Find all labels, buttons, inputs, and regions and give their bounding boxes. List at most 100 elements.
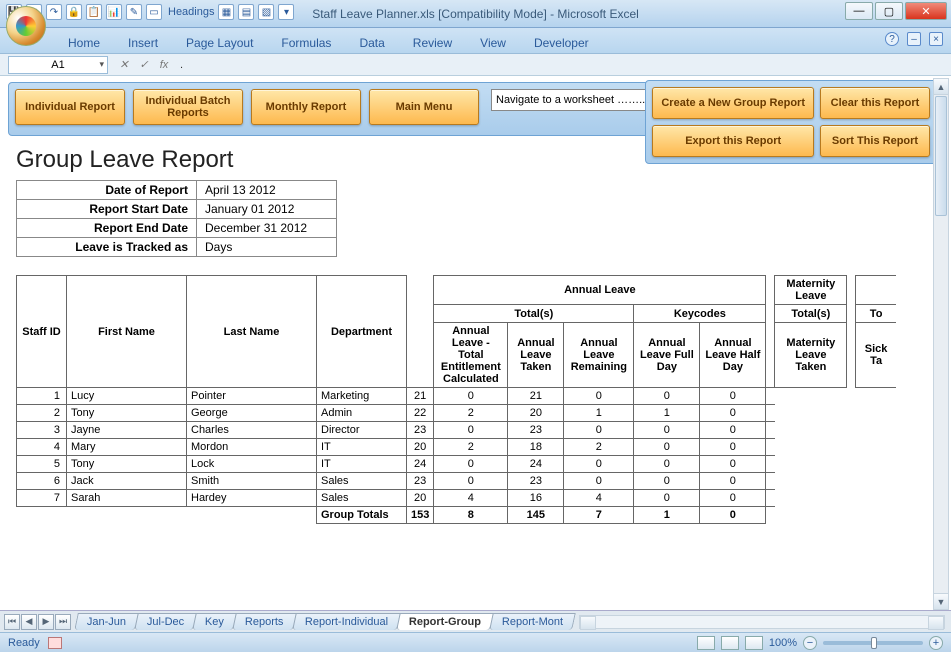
tab-first-icon[interactable]: ⏮: [4, 614, 20, 630]
cell-taken: 0: [434, 422, 508, 439]
cell-dept: Sales: [317, 490, 407, 507]
cell-mat: 0: [700, 388, 766, 405]
cell-dept: IT: [317, 439, 407, 456]
sheet-tab-report-group[interactable]: Report-Group: [396, 613, 494, 630]
cell-ent: 21: [407, 388, 434, 405]
ribbon-help-area: ? – ×: [885, 32, 943, 46]
zoom-in-button[interactable]: +: [929, 636, 943, 650]
sheet-tab-key[interactable]: Key: [193, 613, 238, 630]
total-mat: 0: [700, 507, 766, 524]
meta-label: Leave is Tracked as: [17, 238, 197, 257]
col-first-name: First Name: [67, 276, 187, 388]
cell-first: Sarah: [67, 490, 187, 507]
ribbon-close-icon[interactable]: ×: [929, 32, 943, 46]
ribbon-tab-data[interactable]: Data: [345, 32, 398, 54]
zoom-slider[interactable]: [823, 641, 923, 645]
scroll-thumb[interactable]: [935, 96, 947, 216]
view-normal-icon[interactable]: [697, 636, 715, 650]
cell-rem: 24: [508, 456, 564, 473]
ribbon-tab-formulas[interactable]: Formulas: [267, 32, 345, 54]
meta-value: December 31 2012: [197, 219, 337, 238]
scroll-down-icon[interactable]: ▼: [934, 593, 948, 609]
horizontal-scrollbar[interactable]: [579, 615, 945, 629]
meta-label: Date of Report: [17, 181, 197, 200]
cell-half: 0: [634, 473, 700, 490]
cell-rem: 23: [508, 422, 564, 439]
formula-input[interactable]: .: [180, 59, 183, 71]
col-staff-id: Staff ID: [17, 276, 67, 388]
cell-dept: Sales: [317, 473, 407, 490]
col-last-name: Last Name: [187, 276, 317, 388]
cell-half: 0: [634, 422, 700, 439]
enter-formula-icon[interactable]: ✓: [136, 57, 152, 73]
scroll-up-icon[interactable]: ▲: [934, 79, 948, 95]
macro-record-icon[interactable]: [48, 637, 62, 649]
cell-taken: 4: [434, 490, 508, 507]
col-mat-taken: Maternity Leave Taken: [775, 323, 847, 388]
cell-rem: 18: [508, 439, 564, 456]
table-row: Staff ID First Name Last Name Department…: [17, 276, 896, 305]
gap: [847, 276, 856, 388]
cell-half: 0: [634, 439, 700, 456]
leave-data-table: Staff ID First Name Last Name Department…: [16, 275, 896, 524]
formula-bar: A1 ✕ ✓ fx .: [0, 54, 951, 76]
zoom-out-button[interactable]: −: [803, 636, 817, 650]
sheet-tab-reports[interactable]: Reports: [233, 613, 297, 630]
group-totals-label: Group Totals: [317, 507, 407, 524]
ribbon-tab-home[interactable]: Home: [54, 32, 114, 54]
zoom-knob[interactable]: [871, 637, 877, 649]
name-box[interactable]: A1: [8, 56, 108, 74]
cell-first: Tony: [67, 456, 187, 473]
status-bar: Ready 100% − +: [0, 632, 951, 652]
col-mat-totals: Total(s): [775, 305, 847, 323]
help-icon[interactable]: ?: [885, 32, 899, 46]
table-row: Report Start DateJanuary 01 2012: [17, 200, 337, 219]
cell-id: 2: [17, 405, 67, 422]
close-button[interactable]: ✕: [905, 2, 947, 20]
cell-id: 1: [17, 388, 67, 405]
cell-first: Mary: [67, 439, 187, 456]
ribbon-tab-view[interactable]: View: [466, 32, 520, 54]
table-row: Date of ReportApril 13 2012: [17, 181, 337, 200]
cell-first: Lucy: [67, 388, 187, 405]
ribbon-tab-developer[interactable]: Developer: [520, 32, 603, 54]
minimize-button[interactable]: —: [845, 2, 873, 20]
col-al-half: Annual Leave Half Day: [700, 323, 766, 388]
table-row: 5TonyLockIT24024000: [17, 456, 896, 473]
cell-rem: 16: [508, 490, 564, 507]
sheet-tab-report-individual[interactable]: Report-Individual: [292, 613, 401, 630]
office-button[interactable]: [6, 6, 46, 46]
view-pagebreak-icon[interactable]: [745, 636, 763, 650]
sheet-tab-jul-dec[interactable]: Jul-Dec: [134, 613, 197, 630]
ribbon-tab-insert[interactable]: Insert: [114, 32, 172, 54]
vertical-scrollbar[interactable]: ▲ ▼: [933, 78, 949, 610]
gap: [407, 276, 434, 388]
sheet-tab-jan-jun[interactable]: Jan-Jun: [74, 613, 139, 630]
col-group-maternity: Maternity Leave: [775, 276, 847, 305]
col-partial: [856, 276, 896, 305]
cell-mat: 0: [700, 439, 766, 456]
ribbon-minimize-icon[interactable]: –: [907, 32, 921, 46]
sheet-tab-report-mont[interactable]: Report-Mont: [489, 613, 576, 630]
maximize-button[interactable]: ▢: [875, 2, 903, 20]
cell-last: Smith: [187, 473, 317, 490]
cell-taken: 0: [434, 473, 508, 490]
tab-next-icon[interactable]: ▶: [38, 614, 54, 630]
view-layout-icon[interactable]: [721, 636, 739, 650]
ribbon: HomeInsertPage LayoutFormulasDataReviewV…: [0, 28, 951, 54]
fx-icon[interactable]: fx: [156, 57, 172, 73]
table-row: 7SarahHardeySales20416400: [17, 490, 896, 507]
cell-dept: Director: [317, 422, 407, 439]
gap: [766, 276, 775, 388]
cancel-formula-icon[interactable]: ✕: [116, 57, 132, 73]
tab-last-icon[interactable]: ⏭: [55, 614, 71, 630]
sheet-tabs: Jan-JunJul-DecKeyReportsReport-Individua…: [76, 613, 573, 630]
ribbon-tab-page-layout[interactable]: Page Layout: [172, 32, 267, 54]
ribbon-tabs: HomeInsertPage LayoutFormulasDataReviewV…: [54, 28, 603, 54]
ribbon-tab-review[interactable]: Review: [399, 32, 466, 54]
cell-mat: 0: [700, 422, 766, 439]
cell-half: 0: [634, 456, 700, 473]
cell-last: George: [187, 405, 317, 422]
zoom-value: 100%: [769, 637, 797, 649]
tab-prev-icon[interactable]: ◀: [21, 614, 37, 630]
